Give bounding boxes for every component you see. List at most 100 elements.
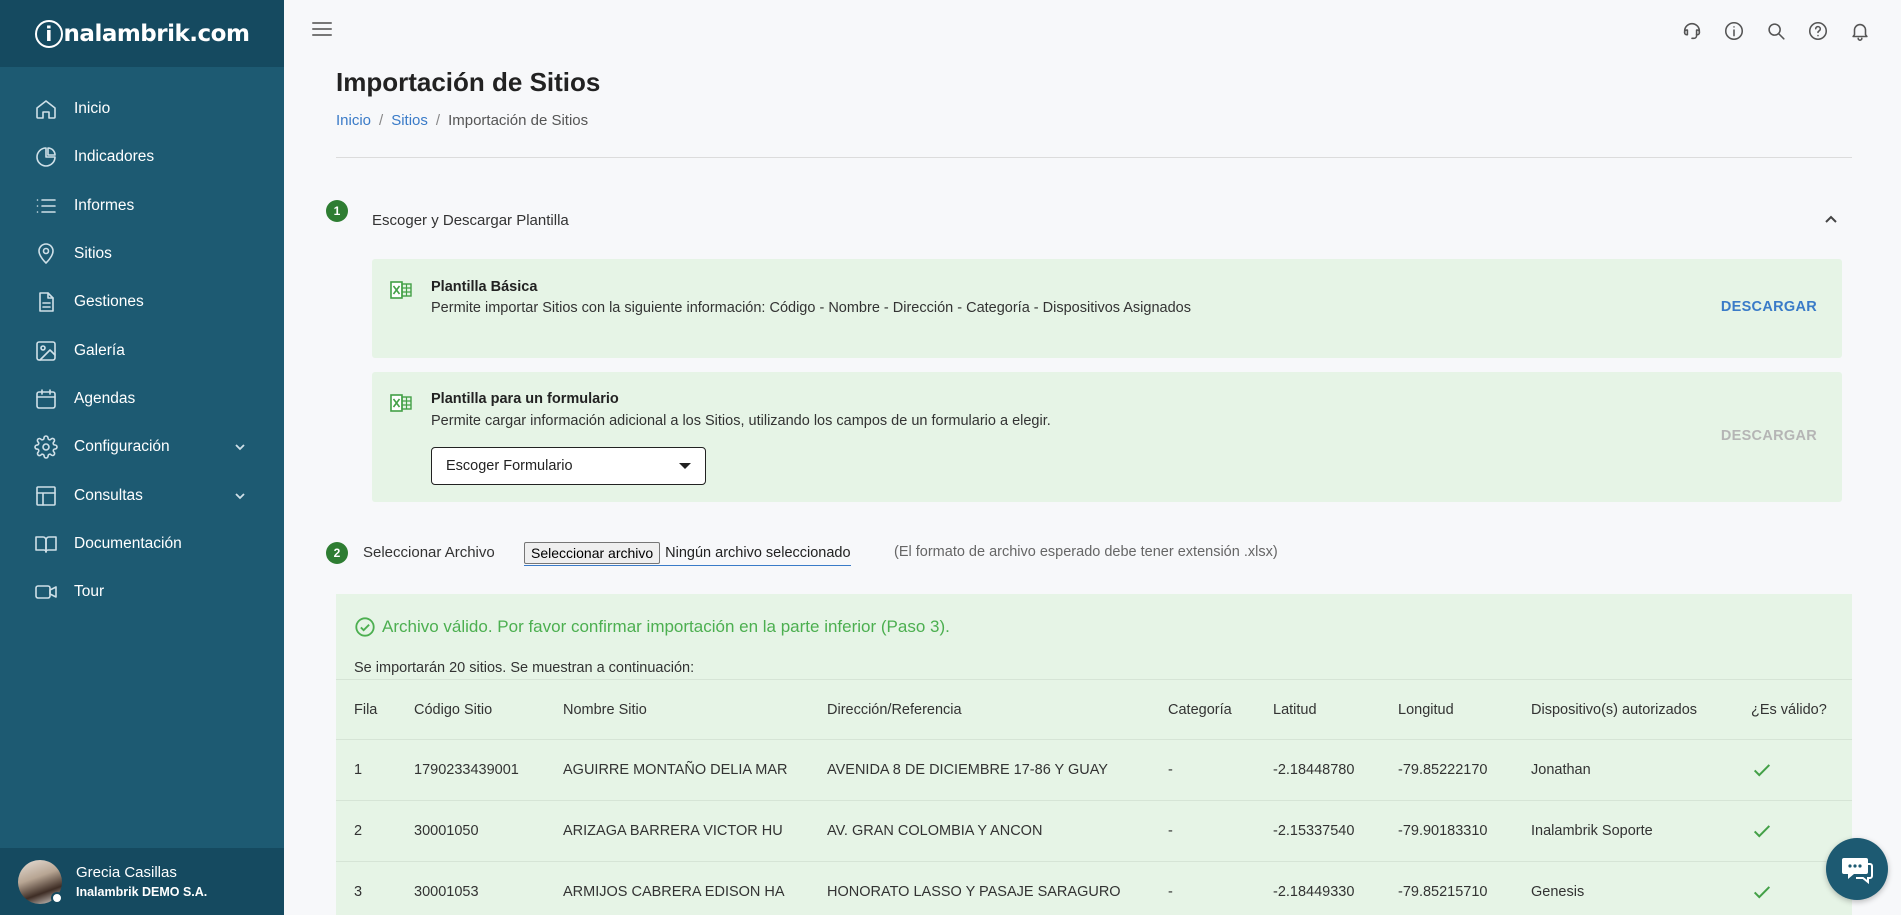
help-icon[interactable]: [1807, 20, 1829, 42]
step-2-badge: 2: [326, 542, 348, 564]
file-format-hint: (El formato de archivo esperado debe ten…: [894, 544, 1278, 560]
check-icon: [1753, 886, 1771, 899]
sidebar-item-label: Documentación: [74, 534, 182, 552]
excel-file-icon: [390, 279, 412, 301]
pie-chart-icon: [34, 145, 58, 169]
sidebar-item-label: Galería: [74, 341, 125, 359]
brand-logo-mark: i: [34, 19, 63, 48]
check-circle-icon: [354, 616, 376, 638]
check-icon: [1753, 764, 1771, 777]
sidebar-item-galeria[interactable]: Galería: [0, 326, 284, 374]
cell-categoria: -: [1168, 800, 1273, 862]
import-count-note: Se importarán 20 sitios. Se muestran a c…: [354, 660, 695, 676]
topbar-actions: [1681, 20, 1871, 42]
chevron-up-icon[interactable]: [1821, 210, 1841, 230]
form-select-dropdown[interactable]: Escoger Formulario: [431, 447, 706, 485]
home-icon: [34, 97, 58, 121]
cell-latitud: -2.15337540: [1273, 800, 1398, 862]
step-1-badge: 1: [326, 200, 348, 222]
sidebar-item-label: Configuración: [74, 438, 170, 456]
column-header-categoria: Categoría: [1168, 679, 1273, 740]
video-icon: [34, 580, 58, 604]
cell-longitud: -79.85222170: [1398, 739, 1531, 801]
bell-icon[interactable]: [1849, 20, 1871, 42]
sidebar-item-label: Indicadores: [74, 148, 155, 166]
cell-categoria: -: [1168, 861, 1273, 915]
list-icon: [34, 194, 58, 218]
cell-dispositivos: Inalambrik Soporte: [1531, 800, 1751, 862]
sidebar-item-label: Gestiones: [74, 293, 144, 311]
column-header-fila: Fila: [336, 679, 414, 740]
breadcrumb-current: Importación de Sitios: [448, 112, 589, 129]
column-header-longitud: Longitud: [1398, 679, 1531, 740]
book-icon: [34, 532, 58, 556]
sidebar-item-inicio[interactable]: Inicio: [0, 85, 284, 133]
sidebar-item-label: Inicio: [74, 100, 111, 118]
search-icon[interactable]: [1765, 20, 1787, 42]
select-file-button[interactable]: Seleccionar archivo: [524, 541, 661, 564]
chevron-down-icon: [232, 439, 248, 455]
form-template-card: Plantilla para un formulario Permite car…: [372, 372, 1842, 502]
brand-logo-text: nalambrik.com: [63, 20, 250, 47]
header-divider: [336, 157, 1852, 158]
brand-logo[interactable]: i nalambrik.com: [34, 19, 250, 48]
avatar: [18, 859, 63, 904]
cell-fila: 3: [336, 861, 414, 915]
cell-nombre: AGUIRRE MONTAÑO DELIA MAR: [563, 739, 827, 801]
cell-nombre: ARIZAGA BARRERA VICTOR HU: [563, 800, 827, 862]
download-basic-template-button[interactable]: DESCARGAR: [1721, 299, 1817, 315]
breadcrumb-separator: /: [379, 112, 384, 129]
image-icon: [34, 339, 58, 363]
sidebar: i nalambrik.com Inicio Indicadores Inform…: [0, 0, 284, 915]
import-result-panel: Archivo válido. Por favor confirmar impo…: [336, 594, 1852, 915]
support-icon[interactable]: [1681, 20, 1703, 42]
form-select-value: Escoger Formulario: [446, 458, 573, 474]
cell-codigo: 30001050: [414, 800, 563, 862]
gear-icon: [34, 435, 58, 459]
sidebar-item-documentacion[interactable]: Documentación: [0, 520, 284, 568]
calendar-icon: [34, 387, 58, 411]
file-input[interactable]: Seleccionar archivo Ningún archivo selec…: [524, 541, 851, 566]
cell-dispositivos: Jonathan: [1531, 739, 1751, 801]
cell-direccion: AV. GRAN COLOMBIA Y ANCON: [827, 800, 1168, 862]
sidebar-item-informes[interactable]: Informes: [0, 182, 284, 230]
caret-down-icon: [679, 463, 691, 469]
cell-nombre: ARMIJOS CABRERA EDISON HA: [563, 861, 827, 915]
step-1-label[interactable]: Escoger y Descargar Plantilla: [372, 212, 569, 229]
cell-latitud: -2.18448780: [1273, 739, 1398, 801]
user-profile[interactable]: Grecia Casillas Inalambrik DEMO S.A.: [0, 848, 284, 915]
cell-longitud: -79.90183310: [1398, 800, 1531, 862]
info-icon[interactable]: [1723, 20, 1745, 42]
basic-template-description: Permite importar Sitios con la siguiente…: [431, 300, 1191, 316]
breadcrumb-link-inicio[interactable]: Inicio: [336, 112, 371, 129]
sidebar-item-agendas[interactable]: Agendas: [0, 375, 284, 423]
column-header-latitud: Latitud: [1273, 679, 1398, 740]
hamburger-menu-icon[interactable]: [312, 22, 332, 38]
sidebar-header: i nalambrik.com: [0, 0, 284, 67]
cell-direccion: HONORATO LASSO Y PASAJE SARAGURO: [827, 861, 1168, 915]
sidebar-nav: Inicio Indicadores Informes Sitios Gesti…: [0, 67, 284, 616]
table-row: 1 1790233439001 AGUIRRE MONTAÑO DELIA MA…: [336, 739, 1852, 801]
sidebar-item-consultas[interactable]: Consultas: [0, 471, 284, 519]
sidebar-item-sitios[interactable]: Sitios: [0, 230, 284, 278]
sidebar-item-label: Tour: [74, 583, 105, 601]
page-title: Importación de Sitios: [336, 67, 601, 97]
sidebar-item-configuracion[interactable]: Configuración: [0, 423, 284, 471]
step-2-label: Seleccionar Archivo: [363, 544, 495, 561]
cell-valido: [1751, 739, 1852, 801]
sidebar-item-label: Sitios: [74, 245, 112, 263]
excel-file-icon: [390, 392, 412, 414]
selected-file-name: Ningún archivo seleccionado: [665, 544, 851, 561]
sidebar-item-label: Informes: [74, 196, 135, 214]
chat-icon: [1842, 858, 1873, 885]
column-header-valido: ¿Es válido?: [1751, 679, 1852, 740]
location-pin-icon: [34, 242, 58, 266]
breadcrumb-link-sitios[interactable]: Sitios: [391, 112, 428, 129]
sidebar-item-tour[interactable]: Tour: [0, 568, 284, 616]
sidebar-item-indicadores[interactable]: Indicadores: [0, 133, 284, 181]
cell-latitud: -2.18449330: [1273, 861, 1398, 915]
chat-support-button[interactable]: [1826, 838, 1888, 900]
cell-codigo: 1790233439001: [414, 739, 563, 801]
sidebar-item-gestiones[interactable]: Gestiones: [0, 278, 284, 326]
validation-message: Archivo válido. Por favor confirmar impo…: [354, 616, 950, 638]
